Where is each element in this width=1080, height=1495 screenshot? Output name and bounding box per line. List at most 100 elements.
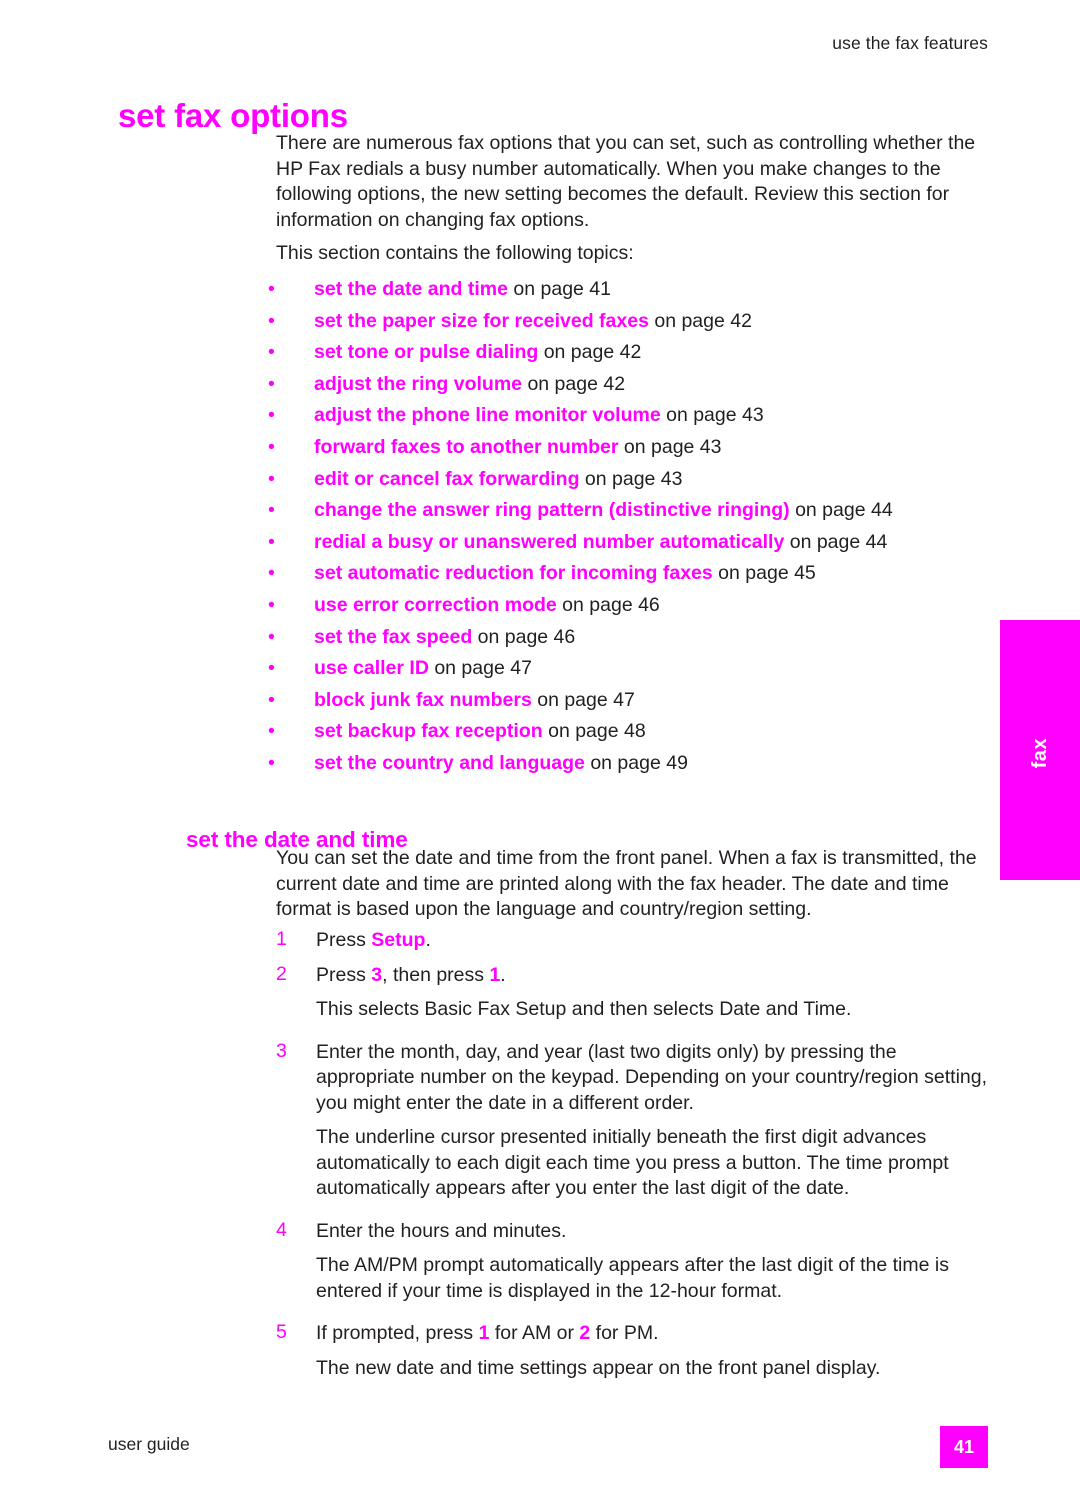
step-emphasis: 1: [478, 1322, 490, 1344]
step-number: 3: [276, 1039, 287, 1062]
procedure-step: 2 Press 3, then press 1.: [276, 963, 996, 989]
step-text: Enter the month, day, and year (last two…: [316, 1040, 996, 1117]
step-emphasis-2: 2: [579, 1322, 591, 1344]
topic-link[interactable]: set the paper size for received faxes: [314, 310, 649, 332]
step-sentence: Enter the hours and minutes.: [316, 1219, 567, 1242]
procedure-step: 3 Enter the month, day, and year (last tw…: [276, 1040, 996, 1117]
topic-page-ref: on page 43: [584, 467, 683, 490]
page-title: set fax options: [118, 97, 348, 135]
topic-text: edit or cancel fax forwarding on page 43: [314, 466, 683, 492]
topic-text: redial a busy or unanswered number autom…: [314, 529, 887, 555]
topic-link[interactable]: adjust the phone line monitor volume: [314, 404, 661, 426]
topic-link[interactable]: set backup fax reception: [314, 720, 543, 742]
bullet-icon: •: [268, 625, 275, 648]
topic-link[interactable]: adjust the ring volume: [314, 373, 522, 395]
topic-link[interactable]: change the answer ring pattern (distinct…: [314, 499, 790, 521]
step-sentence-mid: , then press: [382, 963, 490, 986]
step-emphasis-2: 1: [489, 963, 501, 986]
step-text: Enter the hours and minutes.: [316, 1219, 996, 1245]
topic-link[interactable]: set tone or pulse dialing: [314, 341, 538, 363]
topic-list-item[interactable]: • set the date and time on page 41: [268, 276, 1028, 308]
topic-text: change the answer ring pattern (distinct…: [314, 497, 893, 523]
topic-list-item[interactable]: • block junk fax numbers on page 47: [268, 687, 1028, 719]
topic-link[interactable]: set automatic reduction for incoming fax…: [314, 562, 713, 584]
topic-list-item[interactable]: • set the fax speed on page 46: [268, 624, 1028, 656]
topic-list-item[interactable]: • set tone or pulse dialing on page 42: [268, 339, 1028, 371]
bullet-icon: •: [268, 278, 275, 300]
step-sentence-end: .: [425, 929, 431, 951]
topic-page-ref: on page 43: [666, 404, 764, 427]
topic-link[interactable]: redial a busy or unanswered number autom…: [314, 531, 784, 553]
step-text: If prompted, press 1 for AM or 2 for PM.: [316, 1321, 996, 1347]
topic-list-item[interactable]: • use error correction mode on page 46: [268, 592, 1028, 624]
topic-page-ref: on page 49: [590, 751, 688, 774]
procedure-step: 1 Press Setup.: [276, 928, 996, 954]
topic-list-item[interactable]: • set automatic reduction for incoming fa…: [268, 560, 1028, 592]
step-note: This selects Basic Fax Setup and then se…: [316, 998, 852, 1020]
topic-list-item[interactable]: • adjust the ring volume on page 42: [268, 371, 1028, 403]
topic-link[interactable]: forward faxes to another number: [314, 436, 618, 458]
topic-text: set backup fax reception on page 48: [314, 718, 646, 744]
topic-list-item[interactable]: • set the paper size for received faxes o…: [268, 308, 1028, 340]
topic-list-item[interactable]: • change the answer ring pattern (distinc…: [268, 497, 1028, 529]
topic-page-ref: on page 46: [562, 593, 660, 616]
topic-link[interactable]: use caller ID: [314, 657, 429, 679]
procedure-step: 5 If prompted, press 1 for AM or 2 for PM…: [276, 1321, 996, 1347]
topic-link[interactable]: set the date and time: [314, 278, 508, 300]
document-page: use the fax features fax set fax options…: [0, 0, 1080, 1495]
topic-link[interactable]: edit or cancel fax forwarding: [314, 468, 579, 490]
bullet-icon: •: [268, 688, 275, 711]
topic-list-item[interactable]: • forward faxes to another number on page…: [268, 434, 1028, 466]
topic-link[interactable]: use error correction mode: [314, 594, 557, 616]
step-sentence: Press: [316, 963, 372, 986]
topic-list-item[interactable]: • set the country and language on page 49: [268, 750, 1028, 782]
topic-list-item[interactable]: • redial a busy or unanswered number auto…: [268, 529, 1028, 561]
topic-text: set the date and time on page 41: [314, 276, 611, 302]
topic-link[interactable]: block junk fax numbers: [314, 689, 532, 711]
step-sentence-end: for PM.: [590, 1322, 659, 1344]
step-sentence-end: .: [500, 963, 506, 986]
topic-list-item[interactable]: • edit or cancel fax forwarding on page 4…: [268, 466, 1028, 498]
step-text: Press 3, then press 1.: [316, 963, 996, 989]
step-number: 2: [276, 962, 287, 985]
topic-list-item[interactable]: • set backup fax reception on page 48: [268, 718, 1028, 750]
step-note: The underline cursor presented initially…: [316, 1126, 949, 1199]
bullet-icon: •: [268, 467, 275, 490]
step-number: 5: [276, 1321, 287, 1343]
step-sentence: If prompted, press: [316, 1322, 479, 1344]
topic-list-item[interactable]: • adjust the phone line monitor volume on…: [268, 402, 1028, 434]
procedure-step: 4 Enter the hours and minutes.: [276, 1219, 996, 1245]
bullet-icon: •: [268, 720, 275, 743]
bullet-icon: •: [268, 530, 275, 553]
topic-link[interactable]: set the fax speed: [314, 626, 472, 648]
topic-page-ref: on page 43: [623, 435, 722, 458]
topic-link[interactable]: set the country and language: [314, 752, 585, 774]
bullet-icon: •: [268, 435, 275, 458]
step-number: 4: [276, 1218, 287, 1241]
topic-page-ref: on page 46: [477, 625, 576, 648]
topic-text: block junk fax numbers on page 47: [314, 687, 635, 713]
topic-text: forward faxes to another number on page …: [314, 434, 722, 460]
topic-page-ref: on page 44: [795, 499, 893, 522]
topic-text: use caller ID on page 47: [314, 655, 532, 681]
topic-text: set tone or pulse dialing on page 42: [314, 339, 641, 365]
bullet-icon: •: [268, 404, 275, 427]
bullet-icon: •: [268, 309, 275, 332]
step-list: 1 Press Setup. 2 Press 3, then press 1. This…: [276, 928, 996, 1398]
topic-page-ref: on page 47: [434, 657, 532, 680]
bullet-icon: •: [268, 372, 275, 395]
step-text: Press Setup.: [316, 928, 996, 954]
topic-page-ref: on page 42: [654, 309, 752, 332]
topic-list-item[interactable]: • use caller ID on page 47: [268, 655, 1028, 687]
section-intro: You can set the date and time from the f…: [276, 847, 977, 920]
topic-page-ref: on page 45: [718, 562, 816, 585]
topic-text: adjust the phone line monitor volume on …: [314, 402, 764, 428]
